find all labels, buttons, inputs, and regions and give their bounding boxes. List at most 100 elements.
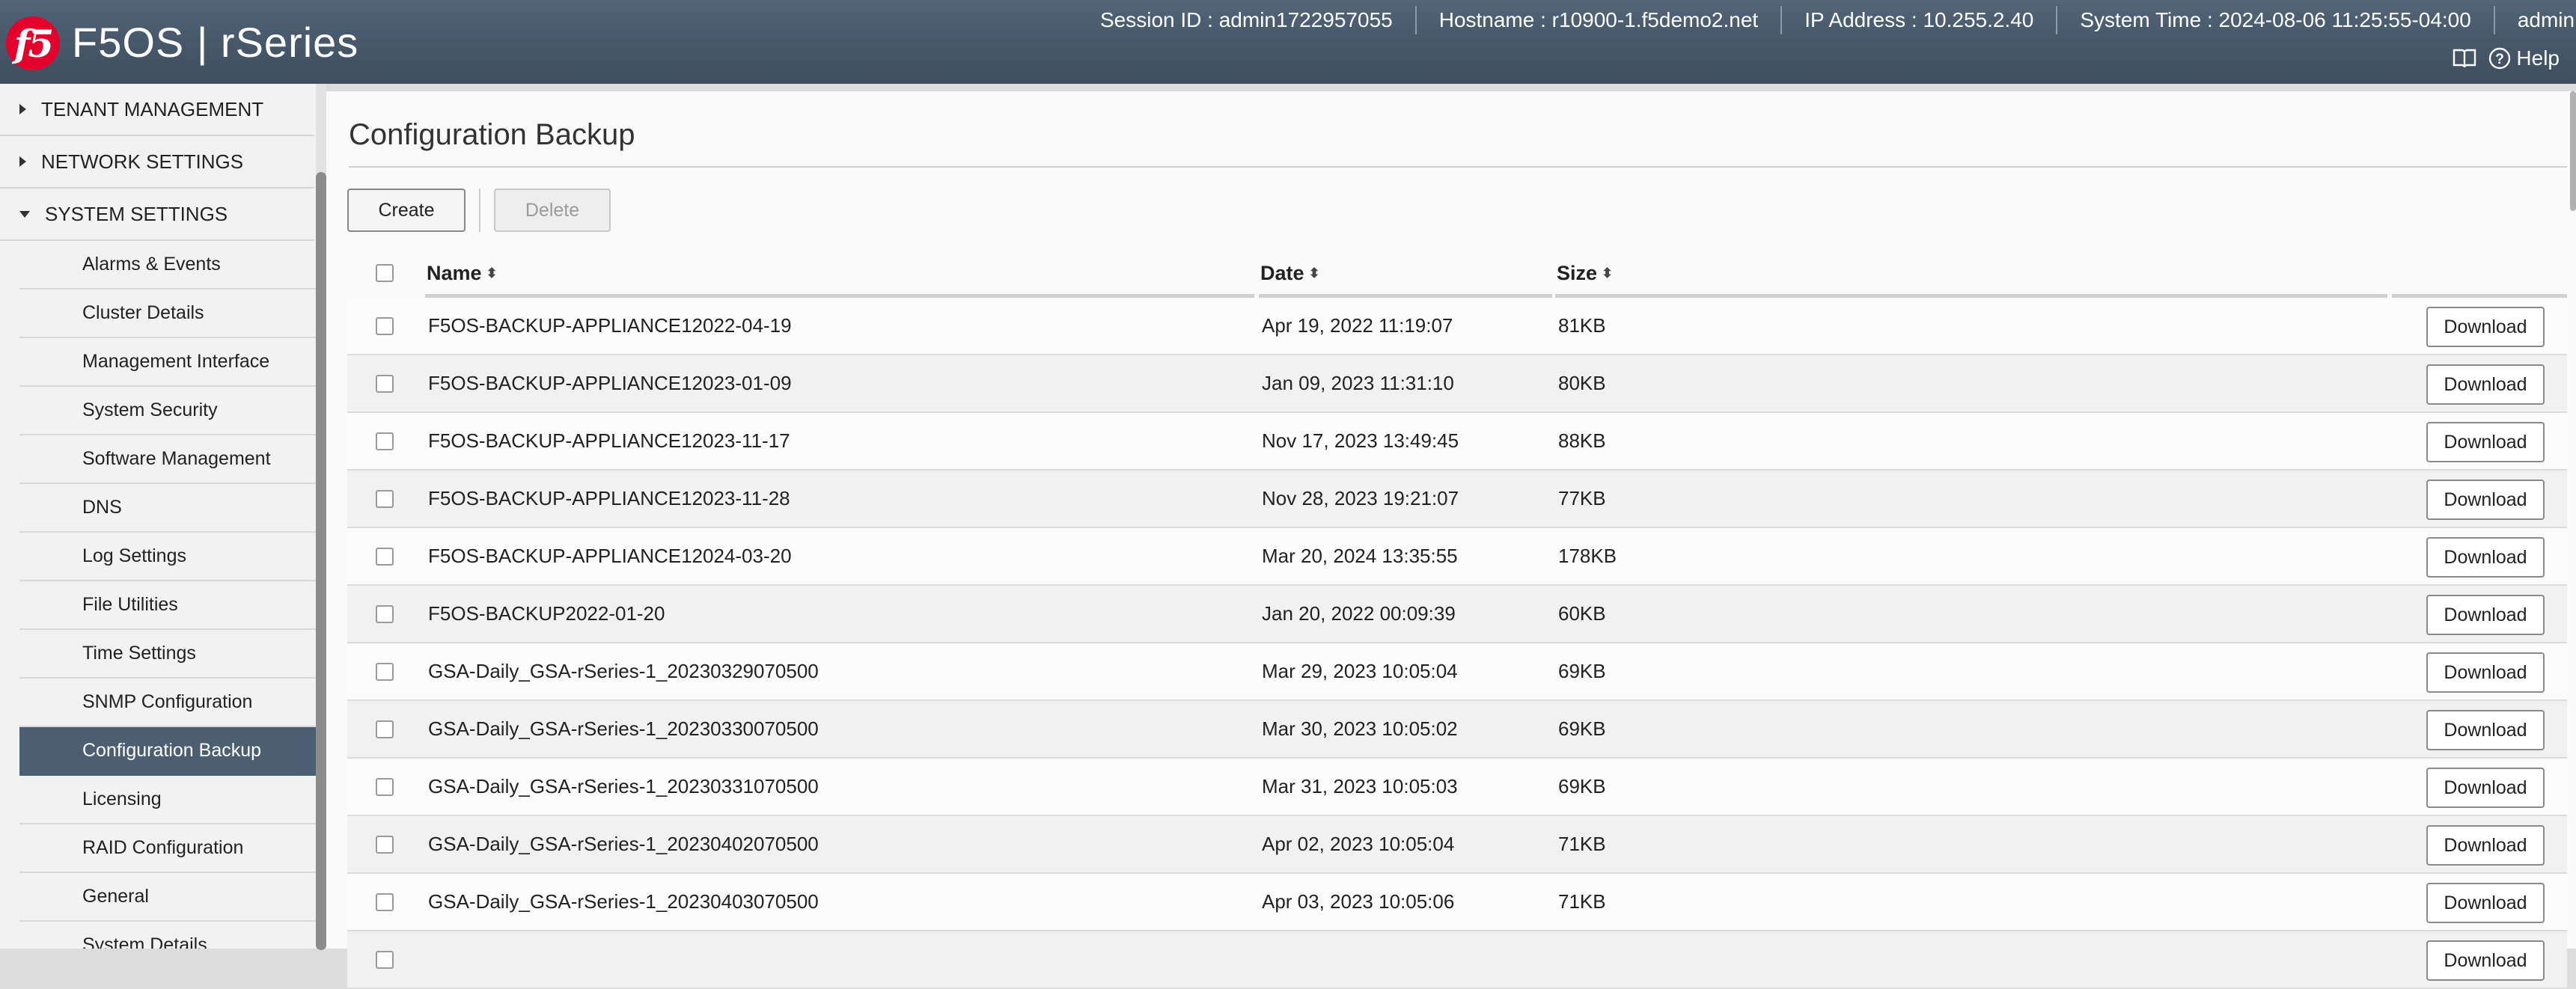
row-checkbox-cell (376, 298, 394, 354)
table-row[interactable]: F5OS-BACKUP-APPLIANCE12022-04-19 Apr 19,… (347, 298, 2567, 355)
row-checkbox[interactable] (376, 720, 394, 738)
download-button[interactable]: Download (2426, 940, 2545, 981)
table-row[interactable]: GSA-Daily_GSA-rSeries-1_20230329070500 M… (347, 643, 2567, 701)
row-checkbox-cell (376, 471, 394, 527)
sidebar-section-system-settings[interactable]: SYSTEM SETTINGS (0, 189, 314, 241)
table-row[interactable]: F5OS-BACKUP-APPLIANCE12023-01-09 Jan 09,… (347, 355, 2567, 413)
backup-date: Jan 09, 2023 11:31:10 (1262, 372, 1454, 394)
table-row[interactable]: F5OS-BACKUP2022-01-20 Jan 20, 2022 00:09… (347, 586, 2567, 643)
f5-logo[interactable]: f5 (6, 16, 60, 70)
toolbar-divider (479, 189, 480, 232)
download-button[interactable]: Download (2426, 422, 2545, 462)
download-button[interactable]: Download (2426, 768, 2545, 808)
row-checkbox[interactable] (376, 316, 394, 335)
row-checkbox[interactable] (376, 662, 394, 681)
row-checkbox[interactable] (376, 777, 394, 796)
help-button[interactable]: ? Help (2488, 46, 2560, 70)
session-id: Session ID : admin1722957055 (1100, 8, 1393, 31)
sidebar-item-general[interactable]: General (19, 873, 316, 922)
delete-button[interactable]: Delete (494, 189, 611, 232)
select-all-checkbox[interactable] (376, 264, 394, 282)
ip-address: IP Address : 10.255.2.40 (1804, 8, 2034, 31)
session-info-bar: Session ID : admin1722957055 Hostname : … (1078, 6, 2576, 34)
row-checkbox-cell (376, 643, 394, 699)
user-menu[interactable]: admin (2495, 8, 2576, 32)
backup-name: F5OS-BACKUP-APPLIANCE12024-03-20 (428, 545, 792, 567)
backup-name: GSA-Daily_GSA-rSeries-1_20230403070500 (428, 890, 819, 913)
table-row[interactable]: GSA-Daily_GSA-rSeries-1_20230403070500 A… (347, 874, 2567, 931)
download-button[interactable]: Download (2426, 883, 2545, 923)
table-row[interactable]: GSA-Daily_GSA-rSeries-1_20230402070500 A… (347, 816, 2567, 874)
create-button[interactable]: Create (347, 189, 466, 232)
row-checkbox[interactable] (376, 489, 394, 508)
sidebar-item-dns[interactable]: DNS (19, 484, 316, 533)
book-icon[interactable] (2452, 47, 2477, 70)
sidebar-item-software-management[interactable]: Software Management (19, 435, 316, 484)
sidebar-item-management-interface[interactable]: Management Interface (19, 338, 316, 387)
backup-date: Mar 20, 2024 13:35:55 (1262, 545, 1458, 567)
backup-name: F5OS-BACKUP-APPLIANCE12023-01-09 (428, 372, 792, 394)
table-row[interactable]: F5OS-BACKUP-APPLIANCE12023-11-28 Nov 28,… (347, 471, 2567, 528)
download-button[interactable]: Download (2426, 825, 2545, 866)
main-scrollbar-thumb[interactable] (2570, 91, 2576, 211)
row-checkbox-cell (376, 874, 394, 930)
row-checkbox-cell (376, 816, 394, 872)
table-header: Name ⬍ Date ⬍ Size ⬍ (347, 248, 2567, 298)
sidebar-item-system-details[interactable]: System Details (19, 922, 316, 949)
row-checkbox[interactable] (376, 892, 394, 911)
sidebar-item-snmp-configuration[interactable]: SNMP Configuration (19, 679, 316, 727)
download-button[interactable]: Download (2426, 595, 2545, 635)
sidebar-item-licensing[interactable]: Licensing (19, 776, 316, 824)
row-checkbox[interactable] (376, 950, 394, 969)
sidebar-nav: TENANT MANAGEMENT NETWORK SETTINGS SYSTE… (0, 84, 316, 949)
backup-date: Mar 31, 2023 10:05:03 (1262, 775, 1458, 797)
page-title: Configuration Backup (349, 118, 635, 151)
download-button[interactable]: Download (2426, 652, 2545, 693)
row-checkbox[interactable] (376, 835, 394, 854)
row-checkbox[interactable] (376, 547, 394, 566)
download-button[interactable]: Download (2426, 537, 2545, 578)
system-time: System Time : 2024-08-06 11:25:55-04:00 (2080, 8, 2471, 31)
sidebar-item-raid-configuration[interactable]: RAID Configuration (19, 824, 316, 873)
backup-date: Mar 29, 2023 10:05:04 (1262, 660, 1458, 682)
column-header-date[interactable]: Date ⬍ (1260, 248, 1320, 298)
caret-right-icon (19, 156, 26, 167)
backup-date: Nov 17, 2023 13:49:45 (1262, 429, 1459, 452)
table-row[interactable]: F5OS-BACKUP-APPLIANCE12023-11-17 Nov 17,… (347, 413, 2567, 471)
row-checkbox[interactable] (376, 432, 394, 450)
backup-size: 71KB (1558, 833, 1606, 855)
table-row[interactable]: GSA-Daily_GSA-rSeries-1_20230331070500 M… (347, 759, 2567, 816)
sort-icon: ⬍ (1308, 265, 1320, 281)
table-row[interactable]: Download (347, 931, 2567, 989)
sidebar-item-system-security[interactable]: System Security (19, 387, 316, 435)
table-row[interactable]: GSA-Daily_GSA-rSeries-1_20230330070500 M… (347, 701, 2567, 759)
section-label: TENANT MANAGEMENT (41, 97, 264, 120)
help-area: ? Help (2452, 46, 2560, 70)
sidebar-section-network-settings[interactable]: NETWORK SETTINGS (0, 136, 314, 189)
backup-date: Mar 30, 2023 10:05:02 (1262, 717, 1458, 740)
sidebar-scrollbar[interactable] (316, 84, 326, 950)
column-label: Name (427, 261, 482, 284)
sidebar-item-file-utilities[interactable]: File Utilities (19, 581, 316, 630)
sidebar-item-cluster-details[interactable]: Cluster Details (19, 290, 316, 338)
help-label: Help (2516, 46, 2560, 70)
backup-size: 69KB (1558, 775, 1606, 797)
help-icon: ? (2489, 47, 2511, 70)
backup-size: 81KB (1558, 314, 1606, 337)
sidebar-item-configuration-backup[interactable]: Configuration Backup (19, 727, 316, 776)
table-row[interactable]: F5OS-BACKUP-APPLIANCE12024-03-20 Mar 20,… (347, 528, 2567, 586)
sidebar-item-time-settings[interactable]: Time Settings (19, 630, 316, 679)
row-checkbox[interactable] (376, 374, 394, 393)
row-checkbox[interactable] (376, 604, 394, 623)
svg-text:?: ? (2496, 52, 2505, 67)
column-header-name[interactable]: Name ⬍ (427, 248, 498, 298)
column-header-size[interactable]: Size ⬍ (1557, 248, 1613, 298)
sidebar-section-tenant-management[interactable]: TENANT MANAGEMENT (0, 84, 314, 136)
download-button[interactable]: Download (2426, 364, 2545, 405)
download-button[interactable]: Download (2426, 307, 2545, 347)
sidebar-scrollbar-thumb[interactable] (316, 172, 326, 950)
download-button[interactable]: Download (2426, 710, 2545, 750)
download-button[interactable]: Download (2426, 480, 2545, 520)
sidebar-item-log-settings[interactable]: Log Settings (19, 533, 316, 581)
sidebar-item-alarms-events[interactable]: Alarms & Events (19, 241, 316, 290)
